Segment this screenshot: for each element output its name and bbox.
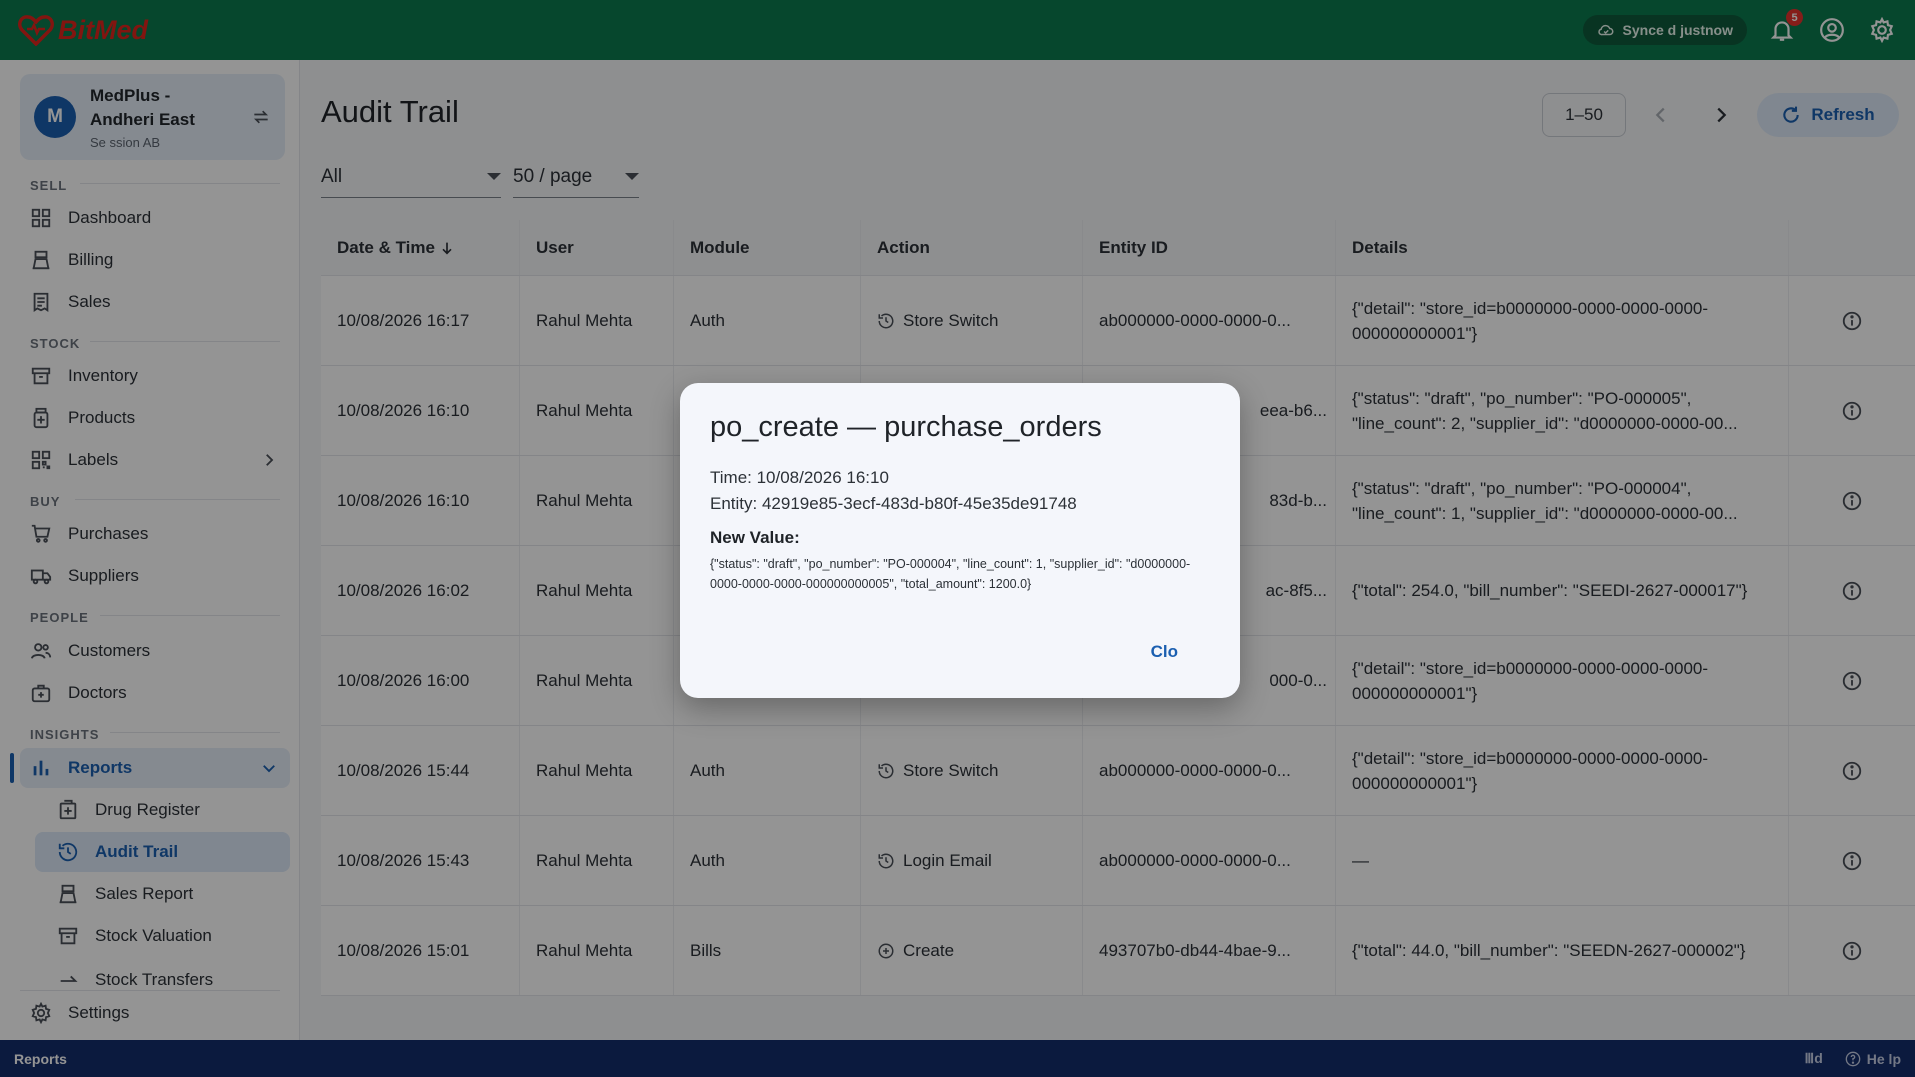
audit-detail-dialog: po_create — purchase_orders Time: 10/08/…: [680, 383, 1240, 698]
dialog-entity: Entity: 42919e85-3ecf-483d-b80f-45e35de9…: [710, 494, 1077, 513]
dialog-new-value: {"status": "draft", "po_number": "PO-000…: [710, 557, 1191, 591]
close-button[interactable]: Clo: [1151, 642, 1178, 662]
dialog-new-value-label: New Value:: [710, 528, 800, 547]
dialog-title: po_create — purchase_orders: [710, 411, 1102, 443]
dialog-time: Time: 10/08/2026 16:10: [710, 468, 889, 487]
